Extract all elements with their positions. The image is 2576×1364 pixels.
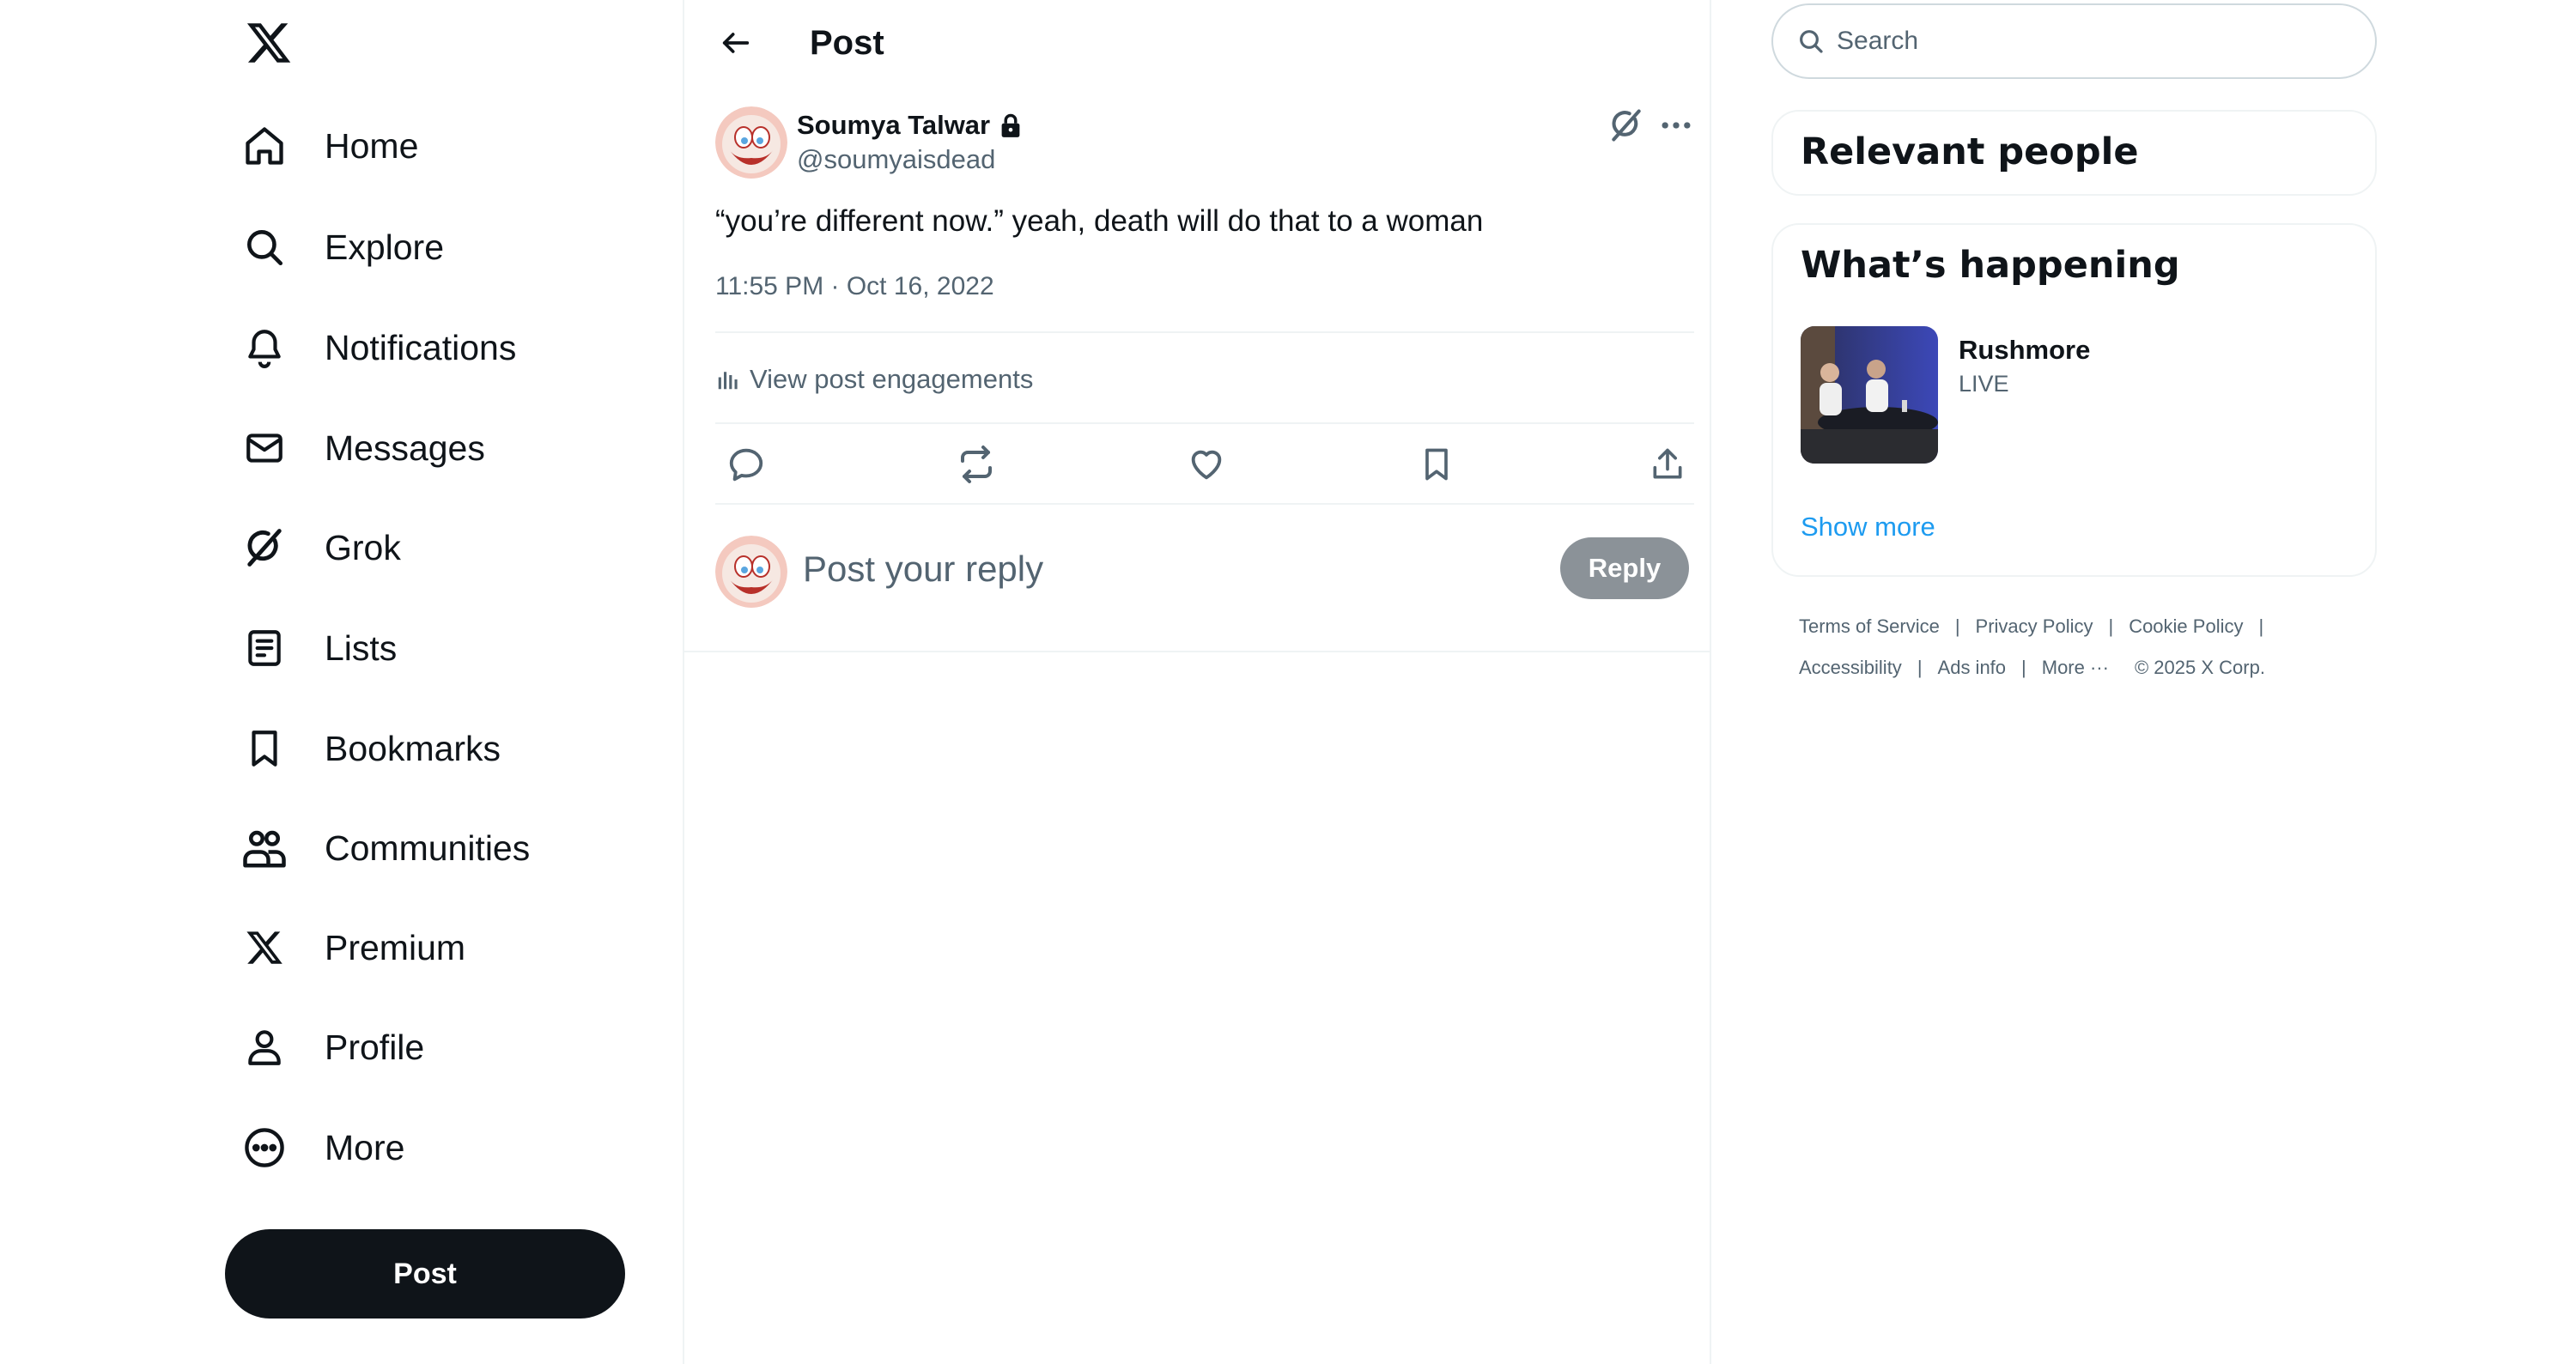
whats-happening-card: What’s happening Rushmore LIVE Show more xyxy=(1771,223,2377,577)
nav-communities[interactable]: Communities xyxy=(240,814,530,882)
post-text: “you’re different now.” yeah, death will… xyxy=(715,204,1484,238)
like-icon[interactable] xyxy=(1185,443,1228,486)
bookmark-icon xyxy=(240,724,289,773)
x-logo-icon xyxy=(240,924,289,972)
footer-link-accessibility[interactable]: Accessibility xyxy=(1799,647,1902,688)
x-logo-icon[interactable] xyxy=(245,19,293,67)
nav-label-grok: Grok xyxy=(325,527,401,567)
footer-links: Terms of Service | Privacy Policy | Cook… xyxy=(1799,606,2366,688)
divider xyxy=(715,422,1694,424)
footer-link-privacy[interactable]: Privacy Policy xyxy=(1976,606,2093,647)
trend-status: LIVE xyxy=(1959,371,2009,397)
left-navigation: Home Explore Notifications Messages Grok xyxy=(0,0,683,1364)
back-arrow-icon[interactable] xyxy=(710,17,762,69)
nav-label-communities: Communities xyxy=(325,827,531,868)
user-avatar[interactable] xyxy=(715,536,787,608)
main-column: Post Soumya Talwar @soumyaisdead “you’re… xyxy=(683,0,1711,1364)
reply-input[interactable] xyxy=(803,545,1455,593)
whats-happening-title: What’s happening xyxy=(1801,244,2180,287)
nav-bookmarks[interactable]: Bookmarks xyxy=(240,714,501,783)
footer-separator: | xyxy=(1954,615,1960,637)
reply-button[interactable]: Reply xyxy=(1560,537,1689,599)
bar-chart-icon xyxy=(715,367,750,392)
nav-home[interactable]: Home xyxy=(240,112,418,180)
envelope-icon xyxy=(240,424,289,472)
footer-link-ads-info[interactable]: Ads info xyxy=(1938,647,2007,688)
bookmark-icon[interactable] xyxy=(1415,443,1458,486)
repost-icon[interactable] xyxy=(955,443,998,486)
grok-icon xyxy=(240,524,289,572)
nav-label-notifications: Notifications xyxy=(325,327,517,367)
nav-messages[interactable]: Messages xyxy=(240,414,485,482)
footer-separator: | xyxy=(2108,615,2114,637)
nav-label-more: More xyxy=(325,1127,405,1167)
nav-label-home: Home xyxy=(325,125,419,166)
post-button[interactable]: Post xyxy=(225,1229,625,1319)
nav-more[interactable]: More xyxy=(240,1113,404,1182)
more-options-icon[interactable] xyxy=(1657,106,1695,144)
nav-label-premium: Premium xyxy=(325,927,466,967)
person-icon xyxy=(240,1023,289,1071)
divider xyxy=(715,331,1694,333)
share-icon[interactable] xyxy=(1646,443,1689,486)
right-sidebar: Relevant people What’s happening xyxy=(1771,0,2377,1364)
view-engagements-link[interactable]: View post engagements xyxy=(715,364,1033,395)
nav-premium[interactable]: Premium xyxy=(240,913,465,982)
lock-icon xyxy=(999,112,1023,138)
people-icon xyxy=(240,824,289,872)
search-box[interactable] xyxy=(1771,3,2377,79)
author-name[interactable]: Soumya Talwar xyxy=(797,110,1023,141)
search-icon xyxy=(1797,27,1825,55)
nav-explore[interactable]: Explore xyxy=(240,213,444,282)
engagements-label: View post engagements xyxy=(750,364,1034,394)
home-icon xyxy=(240,122,289,170)
bell-icon xyxy=(240,324,289,372)
copyright-text: © 2025 X Corp. xyxy=(2134,657,2265,678)
more-circle-icon xyxy=(240,1124,289,1172)
show-more-link[interactable]: Show more xyxy=(1801,512,1935,543)
relevant-people-card: Relevant people xyxy=(1771,110,2377,196)
author-handle[interactable]: @soumyaisdead xyxy=(797,144,995,175)
trend-title[interactable]: Rushmore xyxy=(1959,335,2090,366)
page-title: Post xyxy=(810,24,884,62)
footer-link-cookie[interactable]: Cookie Policy xyxy=(2129,606,2243,647)
footer-separator: | xyxy=(1917,657,1923,678)
nav-notifications[interactable]: Notifications xyxy=(240,313,516,382)
app-root: Home Explore Notifications Messages Grok xyxy=(0,0,2576,1364)
nav-profile[interactable]: Profile xyxy=(240,1013,424,1082)
nav-label-profile: Profile xyxy=(325,1027,425,1067)
nav-label-messages: Messages xyxy=(325,427,485,468)
nav-label-lists: Lists xyxy=(325,627,398,668)
relevant-people-title: Relevant people xyxy=(1801,130,2139,173)
divider xyxy=(715,503,1694,505)
nav-lists[interactable]: Lists xyxy=(240,614,397,682)
search-icon xyxy=(240,223,289,271)
footer-separator: | xyxy=(2258,615,2264,637)
trend-thumbnail[interactable] xyxy=(1801,326,1938,464)
author-name-text: Soumya Talwar xyxy=(797,110,991,140)
reply-icon[interactable] xyxy=(725,443,768,486)
list-icon xyxy=(240,624,289,672)
grok-icon[interactable] xyxy=(1607,106,1645,144)
nav-grok[interactable]: Grok xyxy=(240,513,401,582)
footer-link-more[interactable]: More ··· xyxy=(2042,647,2109,688)
nav-label-explore: Explore xyxy=(325,227,445,267)
footer-link-terms[interactable]: Terms of Service xyxy=(1799,606,1940,647)
nav-label-bookmarks: Bookmarks xyxy=(325,728,501,768)
author-avatar[interactable] xyxy=(715,106,787,179)
post-timestamp[interactable]: 11:55 PM · Oct 16, 2022 xyxy=(715,271,994,302)
divider xyxy=(684,651,1710,652)
footer-separator: | xyxy=(2021,657,2026,678)
search-input[interactable] xyxy=(1835,26,2316,57)
